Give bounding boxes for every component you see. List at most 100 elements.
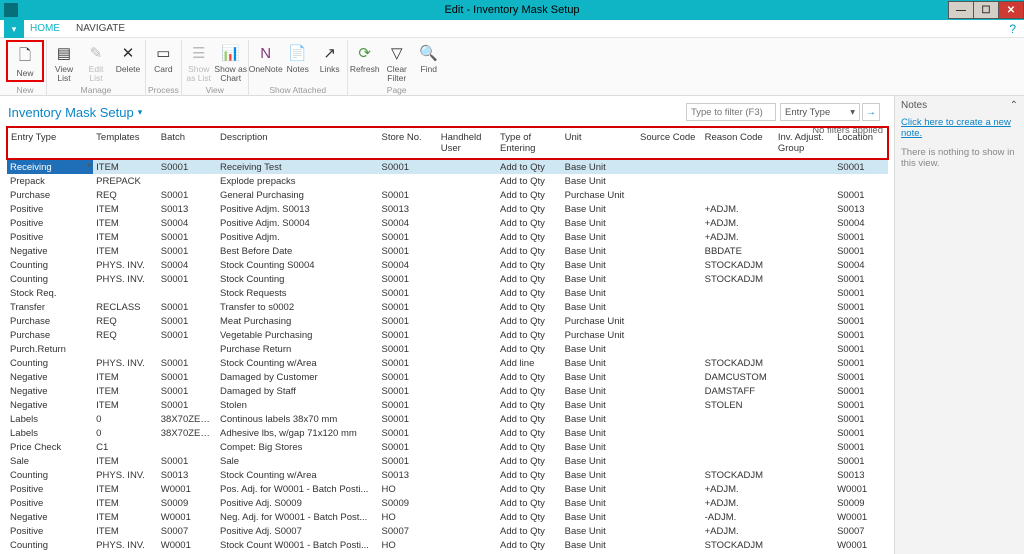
- cell[interactable]: [775, 496, 834, 510]
- cell[interactable]: W0001: [158, 482, 217, 496]
- cell[interactable]: [438, 188, 497, 202]
- cell[interactable]: [702, 412, 775, 426]
- cell[interactable]: Base Unit: [562, 468, 637, 482]
- cell[interactable]: 0: [93, 412, 158, 426]
- cell[interactable]: [637, 202, 702, 216]
- column-header[interactable]: Handheld User: [438, 127, 497, 159]
- collapse-icon[interactable]: ⌃: [1010, 100, 1018, 111]
- cell[interactable]: S0001: [834, 426, 888, 440]
- cell[interactable]: S0001: [158, 328, 217, 342]
- cell[interactable]: [775, 370, 834, 384]
- cell[interactable]: Positive: [7, 482, 93, 496]
- cell[interactable]: ITEM: [93, 398, 158, 412]
- cell[interactable]: Add to Qty: [497, 412, 562, 426]
- cell[interactable]: [438, 510, 497, 524]
- cell[interactable]: [775, 412, 834, 426]
- cell[interactable]: [702, 426, 775, 440]
- cell[interactable]: Negative: [7, 244, 93, 258]
- cell[interactable]: S0007: [834, 524, 888, 538]
- cell[interactable]: Base Unit: [562, 496, 637, 510]
- cell[interactable]: S0001: [158, 398, 217, 412]
- cell[interactable]: [438, 426, 497, 440]
- cell[interactable]: Labels: [7, 412, 93, 426]
- cell[interactable]: [775, 159, 834, 174]
- cell[interactable]: S0001: [379, 454, 438, 468]
- cell[interactable]: [637, 258, 702, 272]
- table-row[interactable]: Stock Req.Stock RequestsS0001Add to QtyB…: [7, 286, 888, 300]
- cell[interactable]: [637, 356, 702, 370]
- column-header[interactable]: Type of Entering: [497, 127, 562, 159]
- cell[interactable]: [702, 300, 775, 314]
- column-header[interactable]: Location: [834, 127, 888, 159]
- cell[interactable]: S0001: [834, 356, 888, 370]
- tab-home[interactable]: HOME: [30, 23, 60, 34]
- cell[interactable]: [158, 440, 217, 454]
- cell[interactable]: Add to Qty: [497, 328, 562, 342]
- cell[interactable]: HO: [379, 482, 438, 496]
- card-button[interactable]: ▭Card: [148, 40, 178, 74]
- cell[interactable]: ITEM: [93, 370, 158, 384]
- cell[interactable]: Base Unit: [562, 216, 637, 230]
- cell[interactable]: [775, 258, 834, 272]
- cell[interactable]: PHYS. INV.: [93, 468, 158, 482]
- table-row[interactable]: CountingPHYS. INV.S0013Stock Counting w/…: [7, 468, 888, 482]
- cell[interactable]: S0001: [834, 412, 888, 426]
- cell[interactable]: [637, 230, 702, 244]
- cell[interactable]: [438, 468, 497, 482]
- cell[interactable]: [637, 342, 702, 356]
- cell[interactable]: S0009: [158, 496, 217, 510]
- table-row[interactable]: PositiveITEMS0009Positive Adj. S0009S000…: [7, 496, 888, 510]
- cell[interactable]: Add to Qty: [497, 342, 562, 356]
- cell[interactable]: [158, 342, 217, 356]
- cell[interactable]: [775, 272, 834, 286]
- cell[interactable]: S0001: [379, 384, 438, 398]
- table-row[interactable]: PositiveITEMS0007Positive Adj. S0007S000…: [7, 524, 888, 538]
- cell[interactable]: S0001: [158, 244, 217, 258]
- dropdown-icon[interactable]: ▾: [87, 161, 91, 170]
- table-row[interactable]: SaleITEMS0001SaleS0001Add to QtyBase Uni…: [7, 454, 888, 468]
- cell[interactable]: [93, 286, 158, 300]
- cell[interactable]: [775, 244, 834, 258]
- clear-filter-button[interactable]: ▽Clear Filter: [382, 40, 412, 83]
- cell[interactable]: [637, 328, 702, 342]
- cell[interactable]: W0001: [158, 538, 217, 552]
- cell[interactable]: [637, 370, 702, 384]
- cell[interactable]: Counting: [7, 356, 93, 370]
- table-row[interactable]: PositiveITEMW0001Pos. Adj. for W0001 - B…: [7, 482, 888, 496]
- cell[interactable]: [438, 440, 497, 454]
- table-row[interactable]: PurchaseREQS0001General PurchasingS0001A…: [7, 188, 888, 202]
- cell[interactable]: S0001: [834, 244, 888, 258]
- cell[interactable]: Base Unit: [562, 342, 637, 356]
- cell[interactable]: Purchase: [7, 188, 93, 202]
- cell[interactable]: Sale: [7, 454, 93, 468]
- cell[interactable]: REQ: [93, 314, 158, 328]
- cell[interactable]: +ADJM.: [702, 202, 775, 216]
- cell[interactable]: [775, 538, 834, 552]
- cell[interactable]: Add to Qty: [497, 482, 562, 496]
- cell[interactable]: Base Unit: [562, 272, 637, 286]
- cell[interactable]: ITEM: [93, 454, 158, 468]
- cell[interactable]: Positive: [7, 230, 93, 244]
- cell[interactable]: Labels: [7, 426, 93, 440]
- cell[interactable]: Price Check: [7, 440, 93, 454]
- cell[interactable]: Positive Adjm.: [217, 230, 379, 244]
- cell[interactable]: S0013: [158, 202, 217, 216]
- cell[interactable]: [775, 426, 834, 440]
- tab-navigate[interactable]: NAVIGATE: [76, 23, 125, 34]
- cell[interactable]: [438, 328, 497, 342]
- cell[interactable]: S0001: [158, 384, 217, 398]
- cell[interactable]: Damaged by Customer: [217, 370, 379, 384]
- cell[interactable]: [637, 384, 702, 398]
- cell[interactable]: S0001: [158, 272, 217, 286]
- cell[interactable]: S0001: [158, 159, 217, 174]
- cell[interactable]: [438, 482, 497, 496]
- cell[interactable]: Add to Qty: [497, 510, 562, 524]
- cell[interactable]: ITEM: [93, 510, 158, 524]
- cell[interactable]: [438, 356, 497, 370]
- cell[interactable]: [775, 202, 834, 216]
- cell[interactable]: HO: [379, 538, 438, 552]
- cell[interactable]: S0001: [158, 314, 217, 328]
- cell[interactable]: [775, 328, 834, 342]
- cell[interactable]: General Purchasing: [217, 188, 379, 202]
- cell[interactable]: S0001: [834, 454, 888, 468]
